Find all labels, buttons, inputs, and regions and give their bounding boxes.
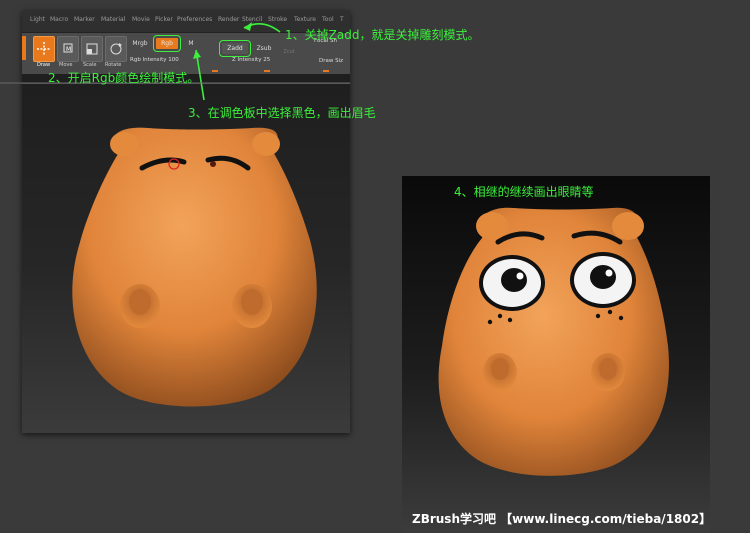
annotation-step3: 3、在调色板中选择黑色，画出眉毛	[188, 106, 376, 120]
annotation-step4: 4、相继的继续画出眼睛等	[454, 185, 594, 199]
watermark-footer: ZBrush学习吧 【www.linecg.com/tieba/1802】	[412, 512, 712, 526]
annotation-step2: 2、开启Rgb颜色绘制模式。	[48, 71, 200, 85]
annotation-step1: 1、关掉Zadd，就是关掉雕刻模式。	[285, 28, 480, 42]
